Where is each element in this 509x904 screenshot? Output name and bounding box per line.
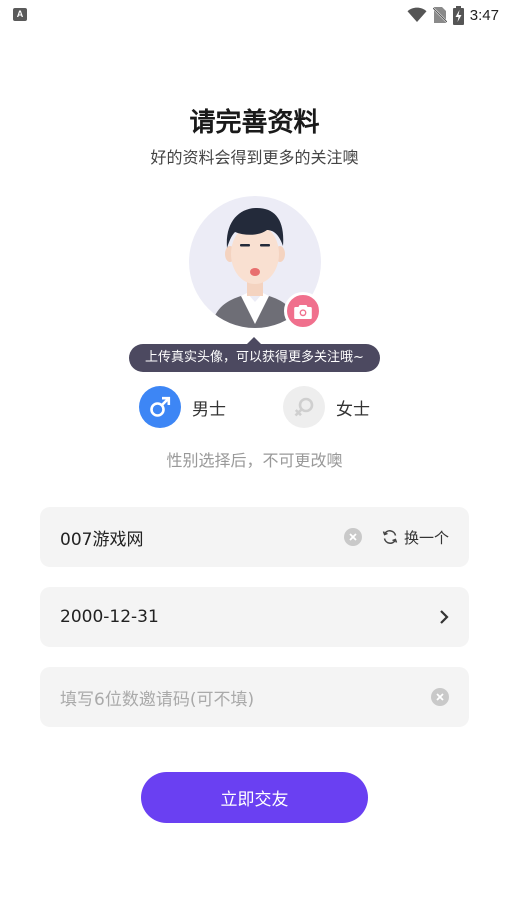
- nickname-field[interactable]: 007游戏网 换一个: [40, 507, 469, 567]
- clear-icon[interactable]: [343, 528, 362, 546]
- page-title: 请完善资料: [189, 108, 320, 138]
- upload-avatar-button[interactable]: [284, 292, 322, 330]
- invite-code-field[interactable]: 填写6位数邀请码(可不填): [40, 667, 469, 727]
- camera-icon: [294, 304, 312, 319]
- status-bar: A 3:47: [0, 0, 509, 30]
- birthday-value: 2000-12-31: [60, 607, 159, 627]
- notification-icon: A: [13, 8, 27, 21]
- female-icon: [283, 386, 325, 428]
- refresh-label: 换一个: [403, 528, 449, 547]
- clear-icon[interactable]: [431, 688, 449, 706]
- gender-option-male[interactable]: 男士: [139, 386, 226, 428]
- invite-code-input[interactable]: 填写6位数邀请码(可不填): [60, 685, 431, 710]
- submit-label: 立即交友: [220, 790, 289, 810]
- birthday-field[interactable]: 2000-12-31: [40, 587, 469, 647]
- chevron-right-icon: [440, 610, 449, 624]
- status-icons: 3:47: [407, 4, 499, 26]
- page-subtitle: 好的资料会得到更多的关注噢: [150, 148, 359, 167]
- no-sim-icon: [432, 7, 447, 23]
- submit-button[interactable]: 立即交友: [141, 772, 368, 823]
- gender-note: 性别选择后，不可更改噢: [166, 451, 343, 470]
- wifi-icon: [407, 7, 427, 22]
- gender-female-label: 女士: [336, 399, 370, 420]
- battery-charging-icon: [452, 5, 464, 25]
- gender-option-female[interactable]: 女士: [283, 386, 370, 428]
- refresh-nickname-button[interactable]: 换一个: [382, 527, 449, 548]
- gender-male-label: 男士: [192, 399, 226, 420]
- nickname-value[interactable]: 007游戏网: [60, 525, 344, 550]
- male-icon: [139, 386, 181, 428]
- avatar-tooltip: 上传真实头像，可以获得更多关注哦~: [129, 344, 380, 372]
- refresh-icon: [382, 530, 398, 544]
- status-time: 3:47: [469, 6, 499, 24]
